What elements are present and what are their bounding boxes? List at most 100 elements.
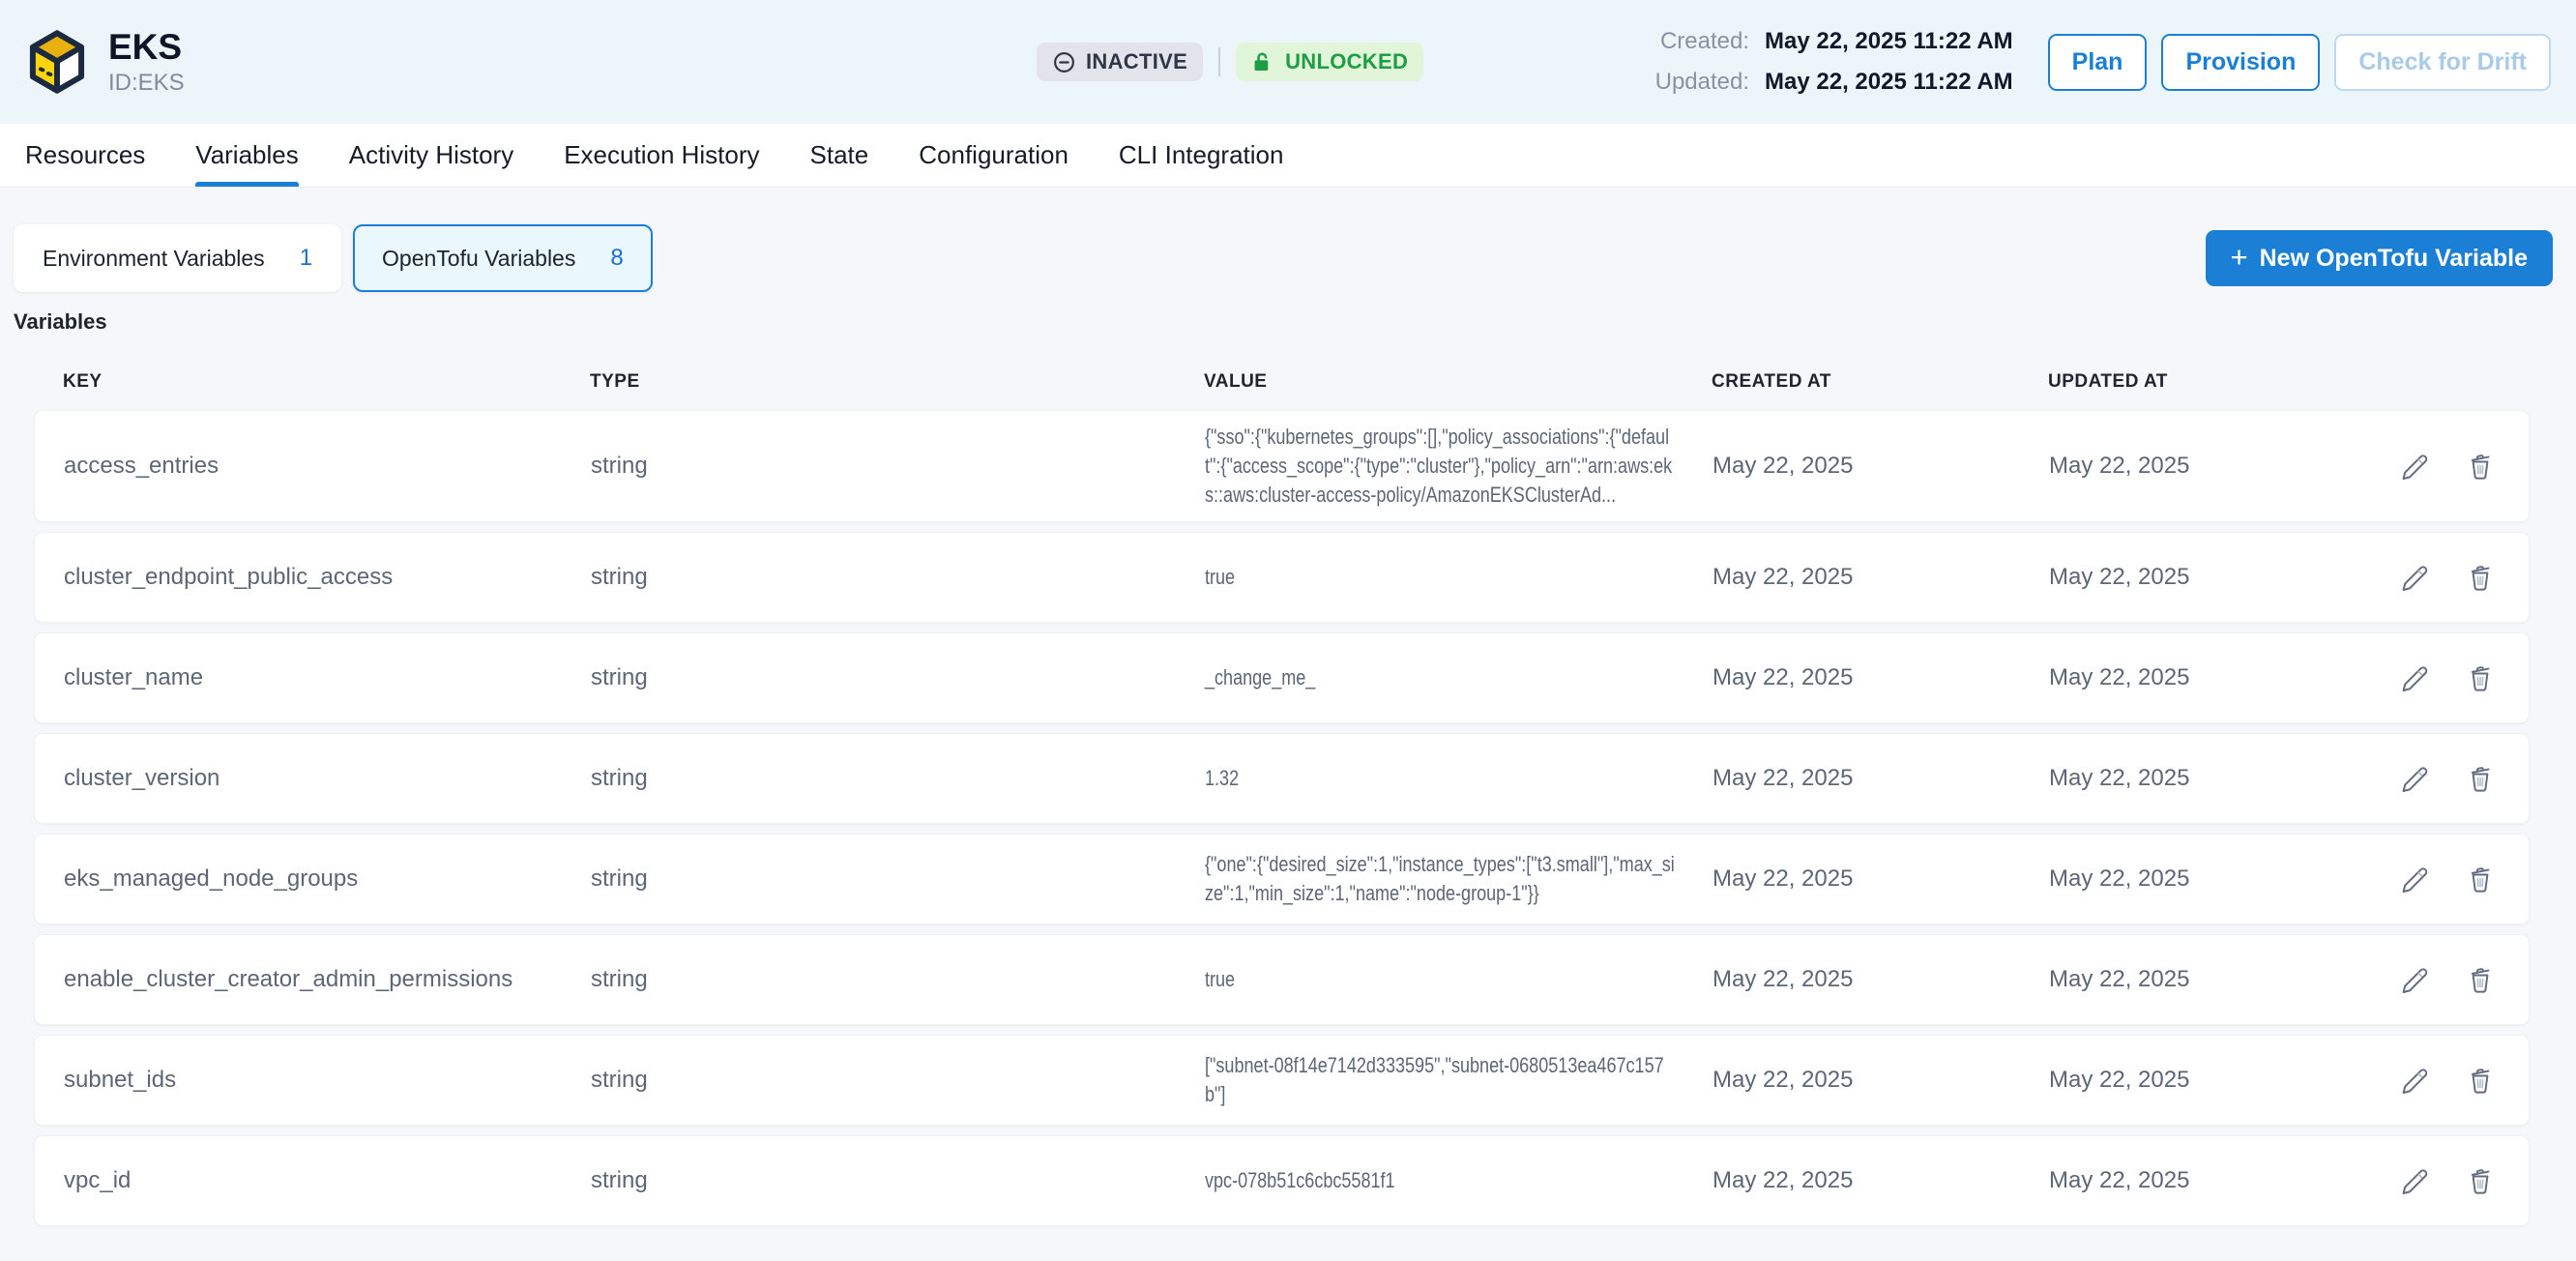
variable-updated-at: May 22, 2025 bbox=[2049, 1067, 2368, 1094]
edit-variable-button[interactable] bbox=[2399, 451, 2430, 482]
subtab-label: OpenTofu Variables bbox=[382, 246, 575, 272]
tab-state[interactable]: State bbox=[810, 124, 869, 187]
table-row: subnet_ids string ["subnet-08f14e7142d33… bbox=[34, 1035, 2530, 1126]
variable-value: true bbox=[1205, 965, 1712, 994]
trash-icon bbox=[2465, 662, 2496, 693]
table-row: access_entries string {"sso":{"kubernete… bbox=[34, 410, 2530, 522]
plus-icon: + bbox=[2231, 242, 2248, 272]
delete-variable-button[interactable] bbox=[2465, 1065, 2496, 1096]
subtab-environment-variables[interactable]: Environment Variables 1 bbox=[14, 224, 341, 292]
tab-configuration[interactable]: Configuration bbox=[919, 124, 1068, 187]
tab-label: CLI Integration bbox=[1119, 140, 1284, 170]
variable-updated-at: May 22, 2025 bbox=[2049, 1167, 2368, 1194]
row-actions bbox=[2368, 662, 2500, 693]
variable-updated-at: May 22, 2025 bbox=[2049, 664, 2368, 691]
pencil-icon bbox=[2399, 1165, 2430, 1196]
table-row: cluster_name string _change_me_ May 22, … bbox=[34, 632, 2530, 723]
timestamps: Created: May 22, 2025 11:22 AM Updated: … bbox=[1655, 28, 2013, 96]
trash-icon bbox=[2465, 1165, 2496, 1196]
lock-status-badge: UNLOCKED bbox=[1236, 43, 1423, 81]
variable-created-at: May 22, 2025 bbox=[1712, 865, 2049, 893]
variable-type: string bbox=[591, 865, 1205, 893]
table-rows: access_entries string {"sso":{"kubernete… bbox=[34, 410, 2530, 1226]
variable-value: {"sso":{"kubernetes_groups":[],"policy_a… bbox=[1205, 423, 1712, 510]
pencil-icon bbox=[2399, 964, 2430, 995]
variable-key: subnet_ids bbox=[64, 1067, 591, 1094]
delete-variable-button[interactable] bbox=[2465, 562, 2496, 593]
delete-variable-button[interactable] bbox=[2465, 1165, 2496, 1196]
status-badges: INACTIVE UNLOCKED bbox=[1037, 43, 1423, 81]
tab-cli-integration[interactable]: CLI Integration bbox=[1119, 124, 1284, 187]
column-header-updated-at: UPDATED AT bbox=[2048, 371, 2367, 393]
delete-variable-button[interactable] bbox=[2465, 763, 2496, 794]
new-opentofu-variable-button[interactable]: + New OpenTofu Variable bbox=[2206, 230, 2553, 286]
edit-variable-button[interactable] bbox=[2399, 562, 2430, 593]
edit-variable-button[interactable] bbox=[2399, 964, 2430, 995]
tab-resources[interactable]: Resources bbox=[25, 124, 145, 187]
pencil-icon bbox=[2399, 1065, 2430, 1096]
variable-created-at: May 22, 2025 bbox=[1712, 564, 2049, 591]
pencil-icon bbox=[2399, 451, 2430, 482]
edit-variable-button[interactable] bbox=[2399, 763, 2430, 794]
status-badge-inactive: INACTIVE bbox=[1037, 43, 1203, 81]
table-row: enable_cluster_creator_admin_permissions… bbox=[34, 934, 2530, 1025]
trash-icon bbox=[2465, 562, 2496, 593]
variable-updated-at: May 22, 2025 bbox=[2049, 564, 2368, 591]
created-value: May 22, 2025 11:22 AM bbox=[1765, 28, 2013, 55]
table-row: vpc_id string vpc-078b51c6cbc5581f1 May … bbox=[34, 1135, 2530, 1226]
provision-button[interactable]: Provision bbox=[2161, 34, 2320, 91]
pencil-icon bbox=[2399, 562, 2430, 593]
table-row: cluster_version string 1.32 May 22, 2025… bbox=[34, 733, 2530, 824]
variable-key: cluster_endpoint_public_access bbox=[64, 564, 591, 591]
plan-button[interactable]: Plan bbox=[2048, 34, 2148, 91]
variable-value: true bbox=[1205, 563, 1712, 592]
tab-label: Activity History bbox=[349, 140, 513, 170]
row-actions bbox=[2368, 451, 2500, 482]
row-actions bbox=[2368, 964, 2500, 995]
variable-key: vpc_id bbox=[64, 1167, 591, 1194]
variable-value: 1.32 bbox=[1205, 764, 1712, 793]
subtab-opentofu-variables[interactable]: OpenTofu Variables 8 bbox=[353, 224, 653, 292]
variable-key: eks_managed_node_groups bbox=[64, 865, 591, 893]
pencil-icon bbox=[2399, 864, 2430, 894]
unlock-icon bbox=[1251, 50, 1275, 74]
variable-created-at: May 22, 2025 bbox=[1712, 453, 2049, 480]
delete-variable-button[interactable] bbox=[2465, 662, 2496, 693]
tab-activity-history[interactable]: Activity History bbox=[349, 124, 513, 187]
column-header-created-at: CREATED AT bbox=[1712, 371, 2048, 393]
variable-key: access_entries bbox=[64, 453, 591, 480]
variable-value: vpc-078b51c6cbc5581f1 bbox=[1205, 1166, 1712, 1195]
updated-value: May 22, 2025 11:22 AM bbox=[1765, 69, 2013, 96]
delete-variable-button[interactable] bbox=[2465, 964, 2496, 995]
subtab-label: Environment Variables bbox=[43, 246, 265, 272]
edit-variable-button[interactable] bbox=[2399, 1065, 2430, 1096]
column-header-key: KEY bbox=[63, 371, 590, 393]
variables-toolbar: Environment Variables 1 OpenTofu Variabl… bbox=[14, 224, 2553, 292]
tab-execution-history[interactable]: Execution History bbox=[564, 124, 759, 187]
variable-updated-at: May 22, 2025 bbox=[2049, 765, 2368, 792]
header-actions: Plan Provision Check for Drift bbox=[2048, 34, 2551, 91]
edit-variable-button[interactable] bbox=[2399, 864, 2430, 894]
variable-type: string bbox=[591, 966, 1205, 993]
variable-created-at: May 22, 2025 bbox=[1712, 966, 2049, 993]
variable-type: string bbox=[591, 453, 1205, 480]
tab-variables[interactable]: Variables bbox=[195, 124, 298, 187]
delete-variable-button[interactable] bbox=[2465, 451, 2496, 482]
environment-id: ID:EKS bbox=[108, 70, 185, 97]
tofu-cube-logo-icon bbox=[25, 30, 89, 94]
variable-created-at: May 22, 2025 bbox=[1712, 1067, 2049, 1094]
delete-variable-button[interactable] bbox=[2465, 864, 2496, 894]
variable-key: cluster_name bbox=[64, 664, 591, 691]
row-actions bbox=[2368, 1165, 2500, 1196]
table-row: eks_managed_node_groups string {"one":{"… bbox=[34, 834, 2530, 924]
edit-variable-button[interactable] bbox=[2399, 1165, 2430, 1196]
column-header-value: VALUE bbox=[1204, 371, 1712, 393]
variables-page: Environment Variables 1 OpenTofu Variabl… bbox=[0, 188, 2576, 1226]
tab-label: Variables bbox=[195, 140, 298, 170]
edit-variable-button[interactable] bbox=[2399, 662, 2430, 693]
variable-type: string bbox=[591, 1067, 1205, 1094]
trash-icon bbox=[2465, 964, 2496, 995]
page-title: EKS bbox=[108, 27, 185, 68]
row-actions bbox=[2368, 864, 2500, 894]
variable-value: {"one":{"desired_size":1,"instance_types… bbox=[1205, 850, 1712, 908]
